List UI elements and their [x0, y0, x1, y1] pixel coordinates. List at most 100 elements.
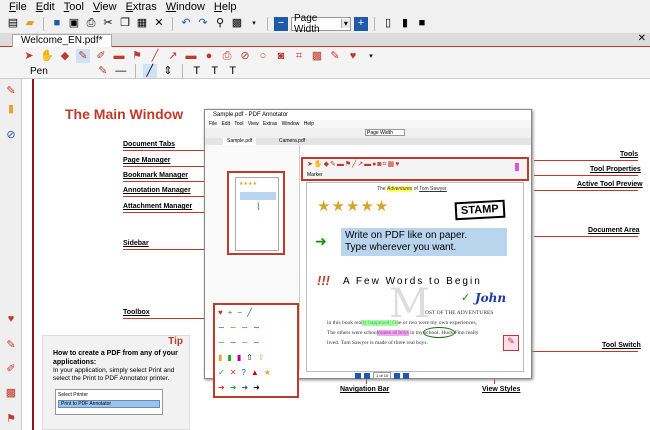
pen-tool-icon[interactable]: ✎ — [76, 49, 90, 63]
marker-icon[interactable]: ✐ — [94, 49, 108, 63]
active-tool-preview — [515, 163, 519, 171]
inner-pdf-page: The Adventures of Tom Sawyer ★★★★★ STAMP… — [306, 182, 524, 372]
inner-toolbar: Page Width — [205, 128, 531, 138]
zoom-value: Page Width — [294, 12, 320, 35]
text-box-annotation: Write on PDF like on paper. Type whereve… — [341, 228, 507, 256]
camera-icon[interactable]: ◙ — [274, 49, 288, 63]
eraser-icon[interactable]: ◆ — [58, 49, 72, 63]
two-page-view-icon[interactable]: ▮ — [398, 17, 412, 31]
fullscreen-icon[interactable]: ■ — [415, 17, 429, 31]
rectangle-icon[interactable]: ▬ — [184, 49, 198, 63]
tip-panel: Tip How to create a PDF from any of your… — [42, 335, 190, 430]
text-style-icon[interactable]: T — [226, 64, 240, 78]
favorites-heart-icon[interactable]: ♥ — [346, 49, 360, 63]
redo-icon[interactable]: ↷ — [196, 17, 210, 31]
lasso-icon[interactable]: ○ — [256, 49, 270, 63]
callout-tool-switch: Tool Switch — [602, 342, 641, 349]
exclamation-annotation: !!! — [317, 273, 330, 288]
toolbox-highlight: ♥ + − ╱ ∼ ∼ ∼ ∼ ∼ ∼ ∼ ∼ ▮ ▮ ▮ ⇧ ⇧ ✓ ✕? ▲ ★ ➜ ➜ ➜ ➜ — [213, 303, 299, 398]
text-tool-icon[interactable]: ✎ — [328, 49, 342, 63]
sidebar-image-icon[interactable]: ▩ — [5, 387, 17, 399]
line-icon[interactable]: ╱ — [148, 49, 162, 63]
signature-annotation: John — [475, 291, 507, 305]
tab-welcome[interactable]: Welcome_EN.pdf* — [12, 34, 112, 47]
sidebar-stamp-icon[interactable]: ⚑ — [5, 413, 17, 425]
select-arrow-icon[interactable]: ➤ — [22, 49, 36, 63]
inner-sidebar: ★★★★ ⌇ ♥ + − ╱ ∼ ∼ ∼ ∼ ∼ ∼ ∼ ∼ ▮ ▮ ▮ ⇧ ⇧ ✓ ✕? ▲ ★ ➜ ➜ ➜ ➜ — [205, 145, 300, 398]
callout-navigation-bar: Navigation Bar — [340, 386, 390, 393]
pen-label: Pen — [30, 65, 48, 77]
nav-last-icon — [403, 372, 410, 379]
sidebar-bookmark-icon[interactable]: ▮ — [5, 103, 17, 115]
cut-icon[interactable]: ✂ — [101, 17, 115, 31]
highlight-annotation — [362, 320, 398, 326]
image-icon[interactable]: ▩ — [230, 17, 244, 31]
tip-title: Tip — [168, 336, 183, 347]
thumbnail-box — [240, 192, 276, 200]
save-as-icon[interactable]: ▣ — [67, 17, 81, 31]
thumbnail-stars: ★★★★ — [239, 181, 257, 187]
text-align-icon[interactable]: T — [190, 64, 204, 78]
pen-width-icon[interactable]: ⇕ — [161, 64, 175, 78]
arrow-icon[interactable]: ↗ — [166, 49, 180, 63]
image-dropdown-icon[interactable]: ▾ — [247, 17, 261, 31]
toolbar-divider — [181, 64, 183, 78]
menu-edit[interactable]: Edit — [36, 1, 55, 13]
menu-window[interactable]: Window — [166, 1, 205, 13]
crop-icon[interactable]: ⌗ — [292, 49, 306, 63]
callout-attachment-manager: Attachment Manager — [123, 203, 193, 210]
page-icon[interactable]: ▤ — [6, 17, 20, 31]
selected-printer: Print to PDF Annotator — [58, 400, 160, 408]
callout-annotation-manager: Annotation Manager — [123, 187, 191, 194]
delete-icon[interactable]: ✕ — [152, 17, 166, 31]
toolbar-divider — [43, 16, 44, 31]
inner-tab-strip: Sample.pdf Camera.pdf — [205, 138, 531, 145]
paste-icon[interactable]: ▦ — [135, 17, 149, 31]
text-format-icon[interactable]: T — [208, 64, 222, 78]
menu-tool[interactable]: Tool — [64, 1, 84, 13]
sidebar-attachment-icon[interactable]: ⊘ — [5, 129, 17, 141]
close-icon[interactable]: ✕ — [638, 33, 646, 44]
page-title: The Main Window — [65, 106, 184, 122]
undo-icon[interactable]: ↶ — [179, 17, 193, 31]
hand-icon[interactable]: ✋ — [40, 49, 54, 63]
sidebar-pen-icon[interactable]: ✎ — [5, 85, 17, 97]
zoom-out-icon[interactable]: − — [274, 16, 288, 31]
sidebar-pen-tool-icon[interactable]: ✎ — [5, 339, 17, 351]
heart-icon[interactable]: ♥ — [5, 313, 17, 325]
zoom-tool-icon[interactable]: ⚲ — [213, 17, 227, 31]
line-style-icon[interactable]: — — [114, 64, 128, 78]
ellipse-icon[interactable]: ● — [202, 49, 216, 63]
print-icon[interactable]: ⎙ — [84, 17, 98, 31]
save-icon[interactable]: ■ — [50, 17, 64, 31]
stamp-icon[interactable]: ⚑ — [130, 49, 144, 63]
copy-icon[interactable]: ❐ — [118, 17, 132, 31]
menu-help[interactable]: Help — [214, 1, 237, 13]
zoom-select[interactable]: Page Width ▾ — [291, 13, 351, 35]
body-line: in this book really happened; One or two… — [327, 320, 477, 326]
zoom-in-icon[interactable]: + — [354, 16, 368, 31]
callout-page-manager: Page Manager — [123, 157, 171, 164]
open-folder-icon[interactable]: ▰ — [23, 17, 37, 31]
thumbnail-squiggle: ⌇ — [256, 202, 261, 213]
link-icon[interactable]: ⊘ — [238, 49, 252, 63]
circle-annotation — [423, 327, 455, 338]
inner-menu-bar: File Edit Tool View Extras Window Help — [205, 120, 531, 128]
print-stamp-icon[interactable]: ⎙ — [220, 49, 234, 63]
select-printer-label: Select Printer — [58, 392, 89, 398]
menu-view[interactable]: View — [93, 1, 117, 13]
pen-pressure-icon[interactable]: ╱ — [142, 64, 157, 78]
sidebar-marker-icon[interactable]: ✐ — [5, 363, 17, 375]
menu-extras[interactable]: Extras — [126, 1, 157, 13]
inner-zoom-select: Page Width — [365, 129, 405, 136]
inner-marker-label: Marker — [307, 172, 323, 178]
header-highlight: Adventures — [387, 186, 413, 192]
menu-file[interactable]: File — [9, 1, 27, 13]
tool-switch-highlight: ✎ — [503, 335, 519, 351]
single-page-view-icon[interactable]: ▯ — [381, 17, 395, 31]
highlighter-icon[interactable]: ▬ — [112, 49, 126, 63]
picture-icon[interactable]: ▩ — [310, 49, 324, 63]
color-picker-icon[interactable]: ✎ — [96, 64, 110, 78]
inner-tab-sample: Sample.pdf — [223, 138, 257, 145]
chevron-down-icon[interactable]: ▾ — [364, 49, 378, 63]
